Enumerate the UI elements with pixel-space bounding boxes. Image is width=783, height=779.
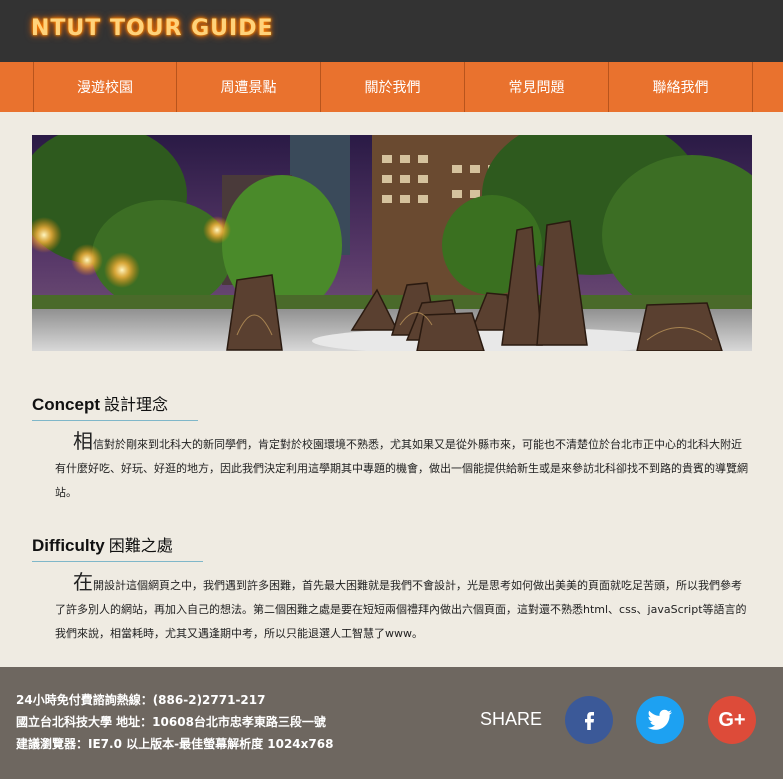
concept-paragraph: 相信對於剛來到北科大的新同學們，肯定對於校園環境不熟悉，尤其如果又是從外縣市來，… [32,429,752,505]
footer-address: 國立台北科技大學 地址：10608台北市忠孝東路三段一號 [16,715,326,729]
difficulty-title-zh: 困難之處 [108,536,173,555]
nav-item-campus-tour[interactable]: 漫遊校園 [33,62,177,112]
site-footer: 24小時免付費諮詢熱線：(886-2)2771-217 國立台北科技大學 地址：… [0,667,783,779]
google-plus-share-button[interactable]: G+ [708,696,756,744]
difficulty-paragraph: 在開設計這個網頁之中，我們遇到許多困難，首先最大困難就是我們不會設計，光是思考如… [32,570,752,646]
concept-body: 信對於剛來到北科大的新同學們，肯定對於校園環境不熟悉，尤其如果又是從外縣市來，可… [55,438,748,499]
footer-browser-note: 建議瀏覽器：IE7.0 以上版本-最佳螢幕解析度 1024x768 [16,737,334,751]
main-nav: 漫遊校園 周遭景點 關於我們 常見問題 聯絡我們 [0,62,783,112]
share-label: SHARE [480,709,543,729]
nav-item-contact-us[interactable]: 聯絡我們 [609,62,753,112]
concept-heading: Concept 設計理念 [32,391,199,421]
nav-item-about-us[interactable]: 關於我們 [321,62,465,112]
difficulty-section: Difficulty 困難之處 在開設計這個網頁之中，我們遇到許多困難，首先最大困… [32,532,752,646]
facebook-share-button[interactable] [565,696,613,744]
twitter-icon [647,709,672,730]
facebook-icon [585,712,594,730]
difficulty-first-char: 在 [73,570,93,594]
site-header: NTUT TOUR GUIDE [0,0,783,62]
concept-first-char: 相 [73,429,93,453]
site-logo[interactable]: NTUT TOUR GUIDE [31,16,274,41]
campus-night-photo [32,135,752,351]
twitter-share-button[interactable] [636,696,684,744]
concept-section: Concept 設計理念 相信對於剛來到北科大的新同學們，肯定對於校園環境不熟悉，… [32,391,752,505]
difficulty-heading: Difficulty 困難之處 [32,532,203,562]
difficulty-title-en: Difficulty [32,536,105,555]
nav-item-nearby-attractions[interactable]: 周遭景點 [177,62,321,112]
footer-info: 24小時免付費諮詢熱線：(886-2)2771-217 國立台北科技大學 地址：… [16,689,333,755]
difficulty-body: 開設計這個網頁之中，我們遇到許多困難，首先最大困難就是我們不會設計，光是思考如何… [55,579,747,640]
concept-title-zh: 設計理念 [104,395,169,414]
google-plus-icon: G+ [718,708,746,731]
concept-title-en: Concept [32,395,100,414]
hero-image [32,135,752,351]
nav-item-faq[interactable]: 常見問題 [465,62,609,112]
footer-hotline: 24小時免付費諮詢熱線：(886-2)2771-217 [16,693,266,707]
